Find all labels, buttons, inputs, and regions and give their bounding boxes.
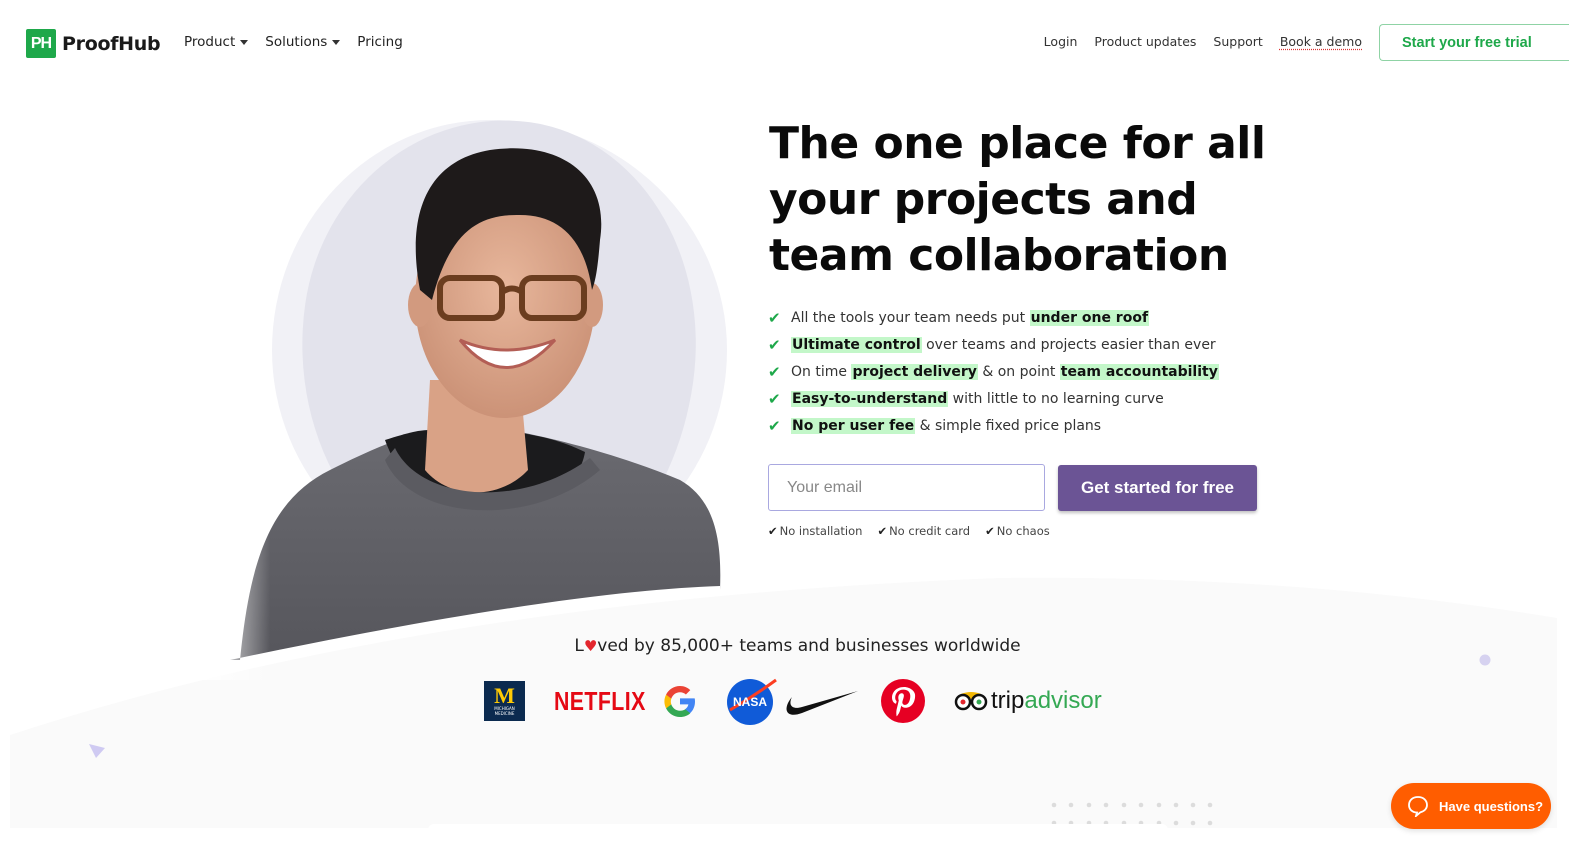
assurance-text: No chaos <box>996 524 1050 538</box>
social-proof-heading: L♥ved by 85,000+ teams and businesses wo… <box>0 636 1580 656</box>
feature-segment: over teams and projects easier than ever <box>921 336 1216 353</box>
checkmark-icon: ✔ <box>985 524 995 538</box>
decorative-triangle <box>89 744 105 758</box>
nav-book-demo[interactable]: Book a demo <box>1280 34 1362 49</box>
nasa-logo: NASA <box>727 678 777 725</box>
chat-label: Have questions? <box>1439 798 1544 814</box>
feature-item: ✔ Easy-to-understand with little to no le… <box>768 385 1219 412</box>
feature-text: All the tools your team needs put under … <box>791 309 1150 326</box>
next-section-card <box>428 824 1168 850</box>
feature-item: ✔ All the tools your team needs put under… <box>768 304 1219 331</box>
loved-suffix: ved by 85,000+ teams and businesses worl… <box>597 636 1021 656</box>
feature-text: No per user fee & simple fixed price pla… <box>791 417 1102 434</box>
customer-logos: M MICHIGAN MEDICINE NETFLIX NASA tripadv… <box>484 676 1102 726</box>
feature-item: ✔ On time project delivery & on point tea… <box>768 358 1219 385</box>
assurance-list: ✔ No installation ✔ No credit card ✔ No cha… <box>768 524 1050 538</box>
hero-headline: The one place for all your projects and … <box>769 118 1266 281</box>
checkmark-icon: ✔ <box>768 524 778 538</box>
assurance-text: No installation <box>779 524 863 538</box>
nav-login[interactable]: Login <box>1044 34 1078 49</box>
feature-segment: On time <box>791 363 852 380</box>
feature-segment: & on point <box>977 363 1060 380</box>
feature-highlight: Easy-to-understand <box>791 390 949 407</box>
have-questions-chat-button[interactable]: Have questions? <box>1391 783 1551 829</box>
decorative-dot-grid <box>1051 802 1213 826</box>
feature-highlight: project delivery <box>851 363 978 380</box>
checkmark-icon: ✔ <box>768 416 781 435</box>
michigan-m-glyph: M <box>494 683 515 708</box>
feature-item: ✔ No per user fee & simple fixed price pl… <box>768 412 1219 439</box>
feature-list: ✔ All the tools your team needs put under… <box>768 304 1219 439</box>
feature-text: On time project delivery & on point team… <box>791 363 1219 380</box>
checkmark-icon: ✔ <box>768 362 781 381</box>
checkmark-icon: ✔ <box>768 308 781 327</box>
checkmark-icon: ✔ <box>768 389 781 408</box>
feature-text: Easy-to-understand with little to no lea… <box>791 390 1164 407</box>
checkmark-icon: ✔ <box>877 524 888 538</box>
google-logo <box>664 686 695 717</box>
svg-text:NASA: NASA <box>733 695 767 709</box>
checkmark-icon: ✔ <box>768 335 781 354</box>
tripadvisor-advisor: advisor <box>1024 687 1102 714</box>
email-input[interactable] <box>768 464 1045 511</box>
assurance-item: ✔ No chaos <box>985 524 1050 538</box>
tripadvisor-trip: trip <box>991 687 1025 714</box>
nav-product-updates[interactable]: Product updates <box>1094 34 1196 49</box>
netflix-logo: NETFLIX <box>554 685 646 716</box>
nav-support[interactable]: Support <box>1213 34 1262 49</box>
feature-highlight: No per user fee <box>791 417 916 434</box>
feature-item: ✔ Ultimate control over teams and project… <box>768 331 1219 358</box>
heart-icon: ♥ <box>583 637 598 655</box>
feature-segment: with little to no learning curve <box>948 390 1164 407</box>
owl-icon <box>954 692 988 711</box>
decorative-dot <box>1479 654 1491 666</box>
pinterest-logo <box>881 679 925 723</box>
feature-highlight: team accountability <box>1059 363 1219 380</box>
start-free-trial-button[interactable]: Start your free trial <box>1379 24 1569 61</box>
feature-highlight: under one roof <box>1029 309 1150 326</box>
nike-logo <box>786 691 858 715</box>
hero-person-photo <box>200 148 721 680</box>
loved-prefix: L <box>574 636 584 656</box>
secondary-nav: Login Product updates Support Book a dem… <box>1044 34 1362 49</box>
chat-bubble-icon <box>1408 796 1428 817</box>
assurance-text: No credit card <box>889 524 971 538</box>
feature-highlight: Ultimate control <box>791 336 922 353</box>
michigan-sub-text: MICHIGAN MEDICINE <box>494 706 515 716</box>
get-started-button[interactable]: Get started for free <box>1058 465 1257 511</box>
michigan-medicine-logo: M MICHIGAN MEDICINE <box>484 681 525 721</box>
feature-segment: & simple fixed price plans <box>915 417 1102 434</box>
feature-text: Ultimate control over teams and projects… <box>791 336 1216 353</box>
assurance-item: ✔ No installation <box>768 524 862 538</box>
assurance-item: ✔ No credit card <box>877 524 970 538</box>
tripadvisor-logo: tripadvisor <box>954 687 1102 715</box>
feature-segment: All the tools your team needs put <box>791 309 1030 326</box>
